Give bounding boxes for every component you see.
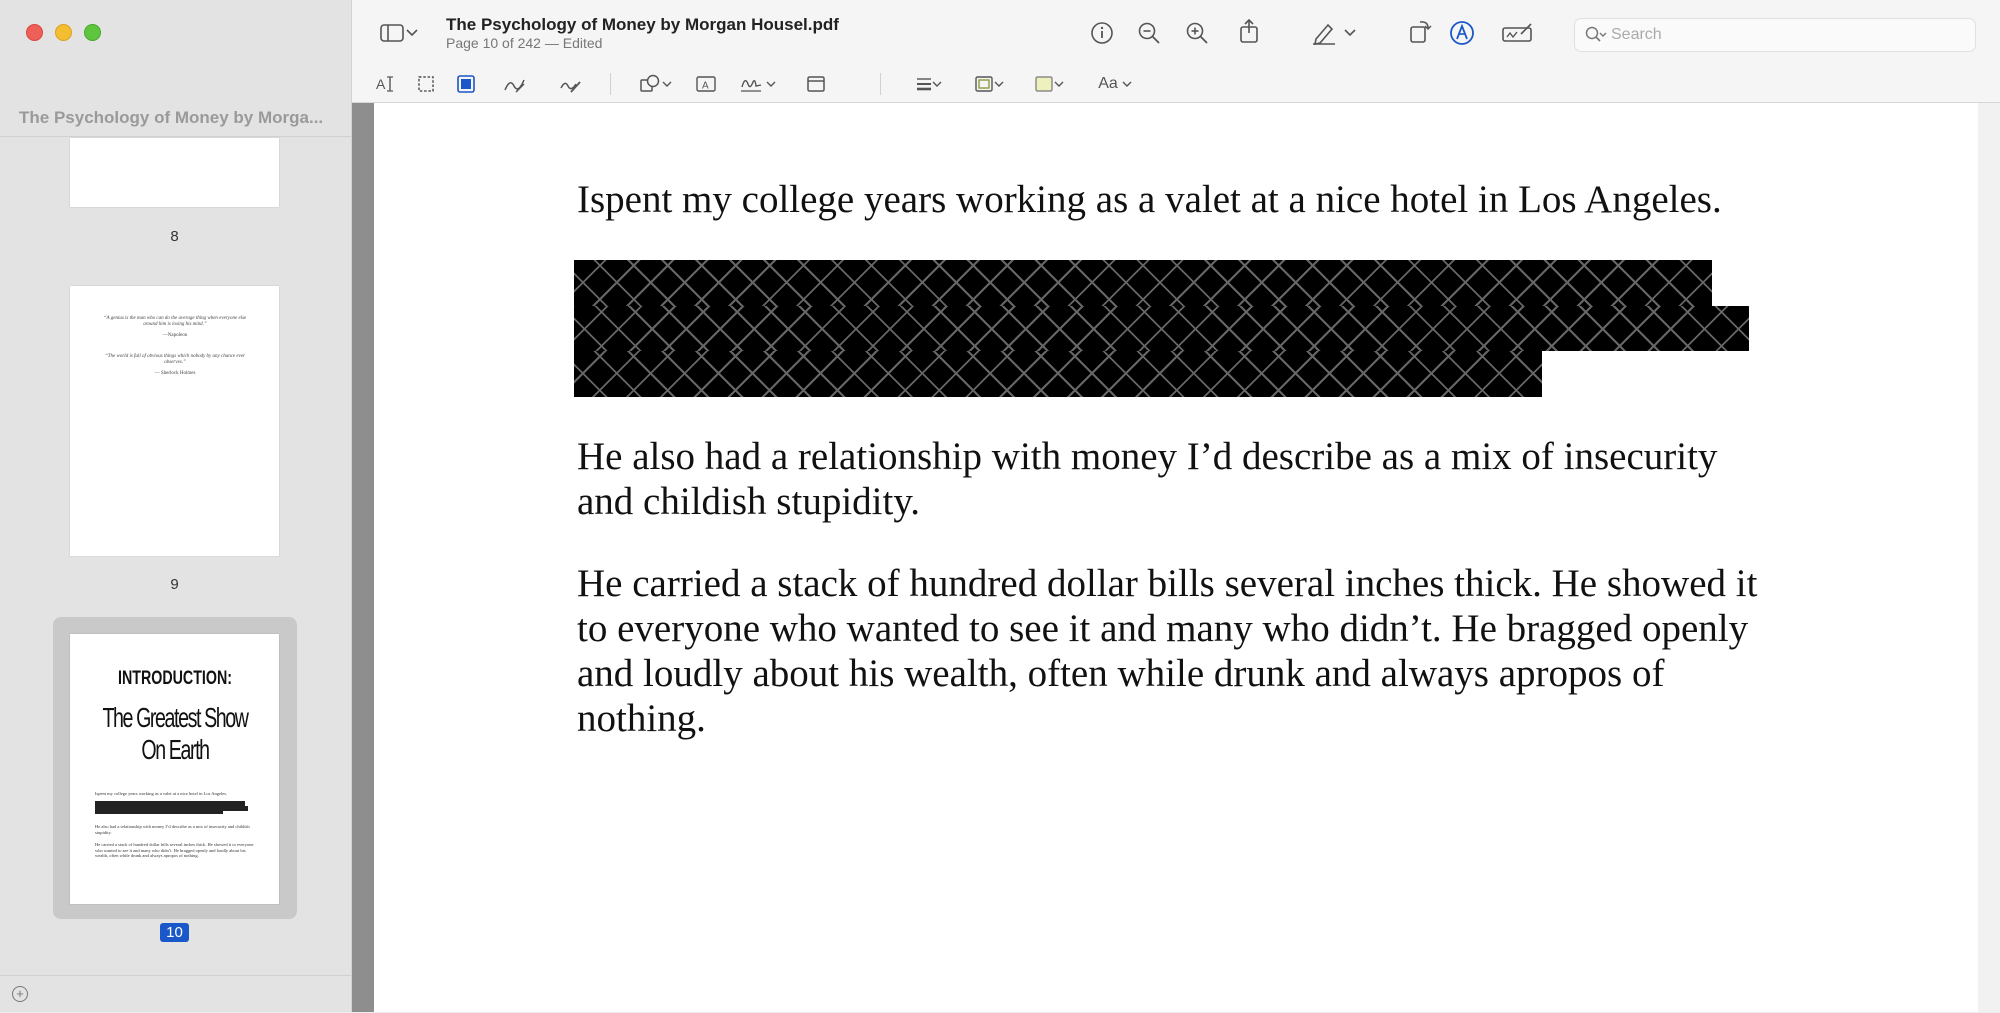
sidebar-toggle-icon[interactable] [378,19,406,47]
note-icon[interactable] [802,70,830,98]
thumbnail-text: He also had a relationship with money I’… [95,824,250,835]
rectangular-selection-icon[interactable] [412,70,440,98]
thumbnail-sidebar: The Psychology of Money by Morga... 8 “A… [0,0,352,1012]
thumbnail-heading: The Greatest Show [102,702,248,733]
toolbar-separator [880,73,881,95]
minimize-window-button[interactable] [55,24,72,41]
selected-page-badge: 10 [160,923,189,942]
thumbnail-text: He carried a stack of hundred dollar bil… [95,842,254,858]
info-icon[interactable] [1088,19,1116,47]
text-selection-icon[interactable]: A [372,70,400,98]
thumbnail-heading: INTRODUCTION: [118,668,232,689]
highlight-pen-icon[interactable] [1310,19,1338,47]
paragraph-text: He also had a relationship with money I’… [577,435,1718,478]
chevron-down-icon[interactable] [1342,19,1358,47]
sidebar-document-title: The Psychology of Money by Morga... [19,108,324,127]
toolbar-separator [610,73,611,95]
rotate-icon[interactable] [1406,17,1434,45]
page-thumbnail-label: 8 [170,228,179,245]
thumbnail-quote-attribution: — Sherlock Holmes [154,371,196,376]
text-box-icon[interactable]: A [692,70,720,98]
search-icon [1585,26,1607,42]
redaction-block[interactable] [574,306,1749,351]
search-field[interactable]: Search [1574,18,1976,52]
thumbnail-quote: “The world is full of obvious things whi… [105,354,245,365]
redaction-block[interactable] [574,260,1712,306]
zoom-out-icon[interactable] [1135,19,1163,47]
page-thumbnail-label: 9 [170,576,179,593]
chevron-down-icon[interactable] [930,70,944,98]
page-thumbnail-8[interactable] [70,138,279,207]
page-thumbnail-label: 10 [70,923,279,942]
paragraph-text: and loudly about his wealth, often while… [577,652,1665,695]
form-filling-icon[interactable] [1500,19,1534,47]
sketch-icon[interactable] [500,70,528,98]
add-page-icon[interactable]: + [12,986,28,1002]
svg-text:A: A [376,76,386,92]
thumbnail-redaction [95,809,223,814]
page-thumbnail-9[interactable]: “A genius is the man who can do the aver… [70,286,279,556]
search-placeholder: Search [1611,26,1662,43]
paragraph-text: He carried a stack of hundred dollar bil… [577,562,1758,605]
chevron-down-icon[interactable] [764,70,778,98]
sidebar-divider [0,136,351,137]
text-style-button[interactable]: Aa [1096,70,1120,98]
zoom-in-icon[interactable] [1183,19,1211,47]
paragraph-text: and childish stupidity. [577,480,921,523]
zoom-window-button[interactable] [84,24,101,41]
chevron-down-icon[interactable] [1052,70,1066,98]
redaction-block[interactable] [574,351,1542,397]
share-icon[interactable] [1235,17,1263,45]
signature-icon[interactable] [738,70,766,98]
chevron-down-icon[interactable] [660,70,674,98]
sidebar-footer: + [0,975,351,1013]
toolbar: The Psychology of Money by Morgan Housel… [352,0,2000,103]
pdf-page: Ispent my college years working as a val… [374,103,1978,1012]
paragraph-text: Ispent my college years working as a val… [577,178,1722,221]
close-window-button[interactable] [26,24,43,41]
chevron-down-icon[interactable] [404,19,420,47]
draw-icon[interactable] [556,70,584,98]
thumbnail-quote: “A genius is the man who can do the aver… [103,316,247,327]
redact-selection-icon[interactable] [452,70,480,98]
document-viewer: Ispent my college years working as a val… [352,103,2000,1012]
chevron-down-icon[interactable] [1120,70,1134,98]
document-subtitle: Page 10 of 242 — Edited [446,35,603,51]
svg-text:A: A [702,81,709,92]
document-title: The Psychology of Money by Morgan Housel… [446,15,839,34]
markup-icon[interactable] [1448,19,1476,47]
vertical-scrollbar[interactable] [1978,103,2000,1012]
chevron-down-icon[interactable] [992,70,1006,98]
page-thumbnail-10[interactable]: INTRODUCTION: The Greatest Show On Earth… [70,634,279,904]
window-controls [26,24,101,41]
paragraph-text: nothing. [577,697,706,740]
paragraph-text: to everyone who wanted to see it and man… [577,607,1749,650]
thumbnail-redaction [220,806,248,811]
thumbnail-quote-attribution: —Napoleon [162,333,188,338]
thumbnail-text: Ispent my college years working as a val… [95,791,228,796]
preview-window: The Psychology of Money by Morga... 8 “A… [0,0,2000,1012]
thumbnail-heading: On Earth [141,734,210,765]
